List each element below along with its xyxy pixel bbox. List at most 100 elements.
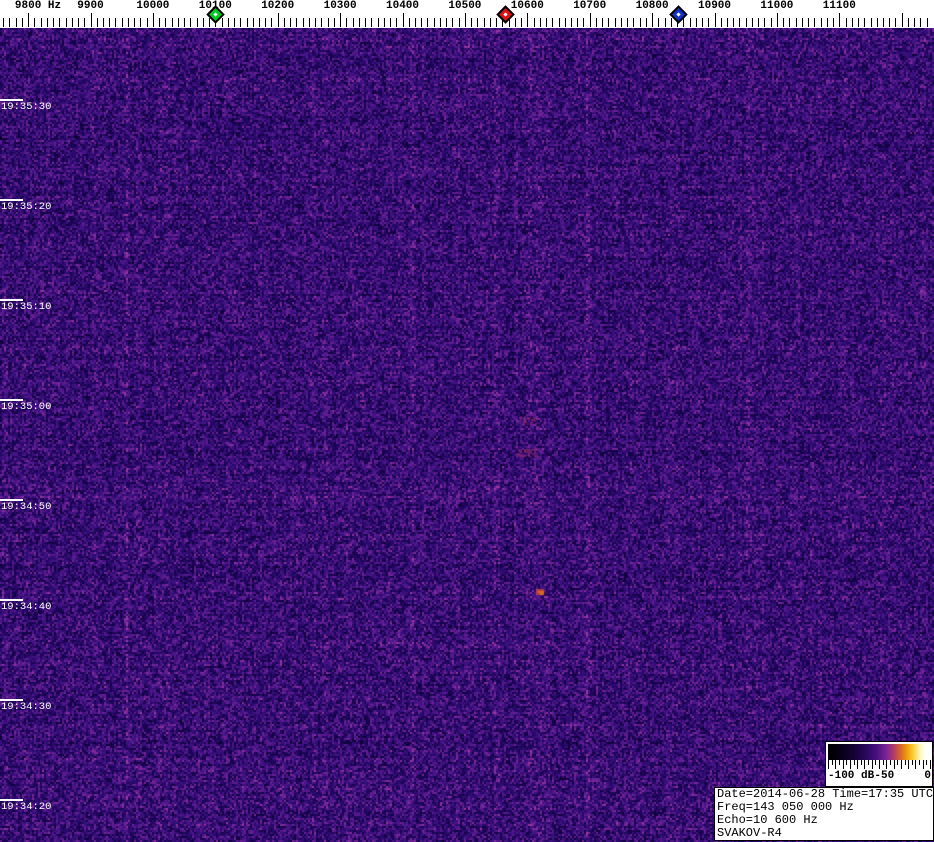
freq-minor-tick bbox=[296, 18, 297, 27]
color-gradient-bar bbox=[828, 744, 930, 760]
freq-minor-tick bbox=[390, 18, 391, 27]
freq-axis-label: 11000 bbox=[760, 0, 793, 12]
spectrogram-noise-canvas bbox=[0, 28, 934, 842]
freq-minor-tick bbox=[9, 18, 10, 27]
freq-minor-tick bbox=[764, 18, 765, 27]
freq-minor-tick bbox=[446, 18, 447, 27]
freq-minor-tick bbox=[41, 18, 42, 27]
colorbar-max-label: 0 bbox=[924, 770, 931, 782]
freq-minor-tick bbox=[515, 18, 516, 27]
time-axis-label: 19:35:10 bbox=[1, 301, 51, 313]
freq-marker-diamond-green[interactable] bbox=[208, 7, 223, 22]
freq-minor-tick bbox=[658, 18, 659, 27]
color-scale-box: -100 dB -50 0 bbox=[825, 741, 933, 787]
freq-major-tick bbox=[590, 13, 591, 27]
freq-minor-tick bbox=[265, 18, 266, 27]
freq-major-tick bbox=[278, 13, 279, 27]
freq-minor-tick bbox=[602, 18, 603, 27]
freq-minor-tick bbox=[234, 18, 235, 27]
freq-minor-tick bbox=[883, 18, 884, 27]
freq-minor-tick bbox=[852, 18, 853, 27]
freq-minor-tick bbox=[608, 18, 609, 27]
time-axis-label: 19:35:00 bbox=[1, 401, 51, 413]
freq-minor-tick bbox=[115, 18, 116, 27]
freq-minor-tick bbox=[203, 18, 204, 27]
freq-minor-tick bbox=[303, 18, 304, 27]
freq-minor-tick bbox=[84, 18, 85, 27]
freq-minor-tick bbox=[752, 18, 753, 27]
freq-minor-tick bbox=[827, 18, 828, 27]
freq-minor-tick bbox=[228, 18, 229, 27]
freq-minor-tick bbox=[47, 18, 48, 27]
freq-minor-tick bbox=[271, 18, 272, 27]
freq-minor-tick bbox=[122, 18, 123, 27]
freq-minor-tick bbox=[315, 18, 316, 27]
freq-minor-tick bbox=[733, 18, 734, 27]
freq-minor-tick bbox=[546, 18, 547, 27]
colorbar-tick bbox=[890, 760, 891, 765]
freq-minor-tick bbox=[633, 18, 634, 27]
freq-minor-tick bbox=[3, 18, 4, 27]
time-axis-label: 19:35:30 bbox=[1, 101, 51, 113]
freq-minor-tick bbox=[477, 18, 478, 27]
freq-minor-tick bbox=[627, 18, 628, 27]
freq-major-tick bbox=[340, 13, 341, 27]
freq-minor-tick bbox=[109, 18, 110, 27]
colorbar-tick bbox=[923, 760, 924, 769]
status-info-box: Date=2014-06-28 Time=17:35 UTC Freq=143 … bbox=[714, 787, 934, 841]
freq-minor-tick bbox=[552, 18, 553, 27]
colorbar-tick bbox=[828, 760, 829, 769]
freq-marker-diamond-blue[interactable] bbox=[671, 7, 686, 22]
freq-major-tick bbox=[715, 13, 716, 27]
freq-minor-tick bbox=[147, 18, 148, 27]
freq-major-tick bbox=[465, 13, 466, 27]
time-axis-label: 19:34:20 bbox=[1, 801, 51, 813]
freq-axis-label: 10300 bbox=[324, 0, 357, 12]
freq-minor-tick bbox=[471, 18, 472, 27]
freq-minor-tick bbox=[858, 18, 859, 27]
colorbar-tick bbox=[905, 760, 906, 765]
colorbar-tick bbox=[886, 760, 887, 769]
freq-axis-label: 10800 bbox=[636, 0, 669, 12]
colorbar-tick bbox=[912, 760, 913, 765]
freq-minor-tick bbox=[290, 18, 291, 27]
freq-minor-tick bbox=[702, 18, 703, 27]
freq-axis-label: 10200 bbox=[261, 0, 294, 12]
freq-minor-tick bbox=[808, 18, 809, 27]
freq-minor-tick bbox=[353, 18, 354, 27]
freq-minor-tick bbox=[178, 18, 179, 27]
colorbar-tick bbox=[875, 760, 876, 765]
freq-minor-tick bbox=[577, 18, 578, 27]
freq-minor-tick bbox=[240, 18, 241, 27]
freq-major-tick bbox=[153, 13, 154, 27]
freq-minor-tick bbox=[484, 18, 485, 27]
freq-minor-tick bbox=[334, 18, 335, 27]
freq-minor-tick bbox=[895, 18, 896, 27]
freq-minor-tick bbox=[427, 18, 428, 27]
freq-minor-tick bbox=[97, 18, 98, 27]
freq-marker-diamond-red[interactable] bbox=[498, 7, 513, 22]
time-axis-label: 19:34:40 bbox=[1, 601, 51, 613]
freq-minor-tick bbox=[459, 18, 460, 27]
freq-minor-tick bbox=[409, 18, 410, 27]
freq-minor-tick bbox=[846, 18, 847, 27]
freq-minor-tick bbox=[559, 18, 560, 27]
freq-minor-tick bbox=[665, 18, 666, 27]
freq-minor-tick bbox=[365, 18, 366, 27]
colorbar-min-label: -100 dB bbox=[828, 770, 874, 782]
freq-major-tick bbox=[28, 13, 29, 27]
freq-minor-tick bbox=[721, 18, 722, 27]
colorbar-tick bbox=[835, 760, 836, 769]
freq-minor-tick bbox=[34, 18, 35, 27]
freq-major-tick bbox=[652, 13, 653, 27]
freq-minor-tick bbox=[103, 18, 104, 27]
freq-major-tick bbox=[91, 13, 92, 27]
freq-minor-tick bbox=[165, 18, 166, 27]
freq-minor-tick bbox=[53, 18, 54, 27]
freq-minor-tick bbox=[596, 18, 597, 27]
freq-minor-tick bbox=[833, 18, 834, 27]
freq-minor-tick bbox=[371, 18, 372, 27]
freq-minor-tick bbox=[128, 18, 129, 27]
freq-minor-tick bbox=[78, 18, 79, 27]
freq-minor-tick bbox=[920, 18, 921, 27]
